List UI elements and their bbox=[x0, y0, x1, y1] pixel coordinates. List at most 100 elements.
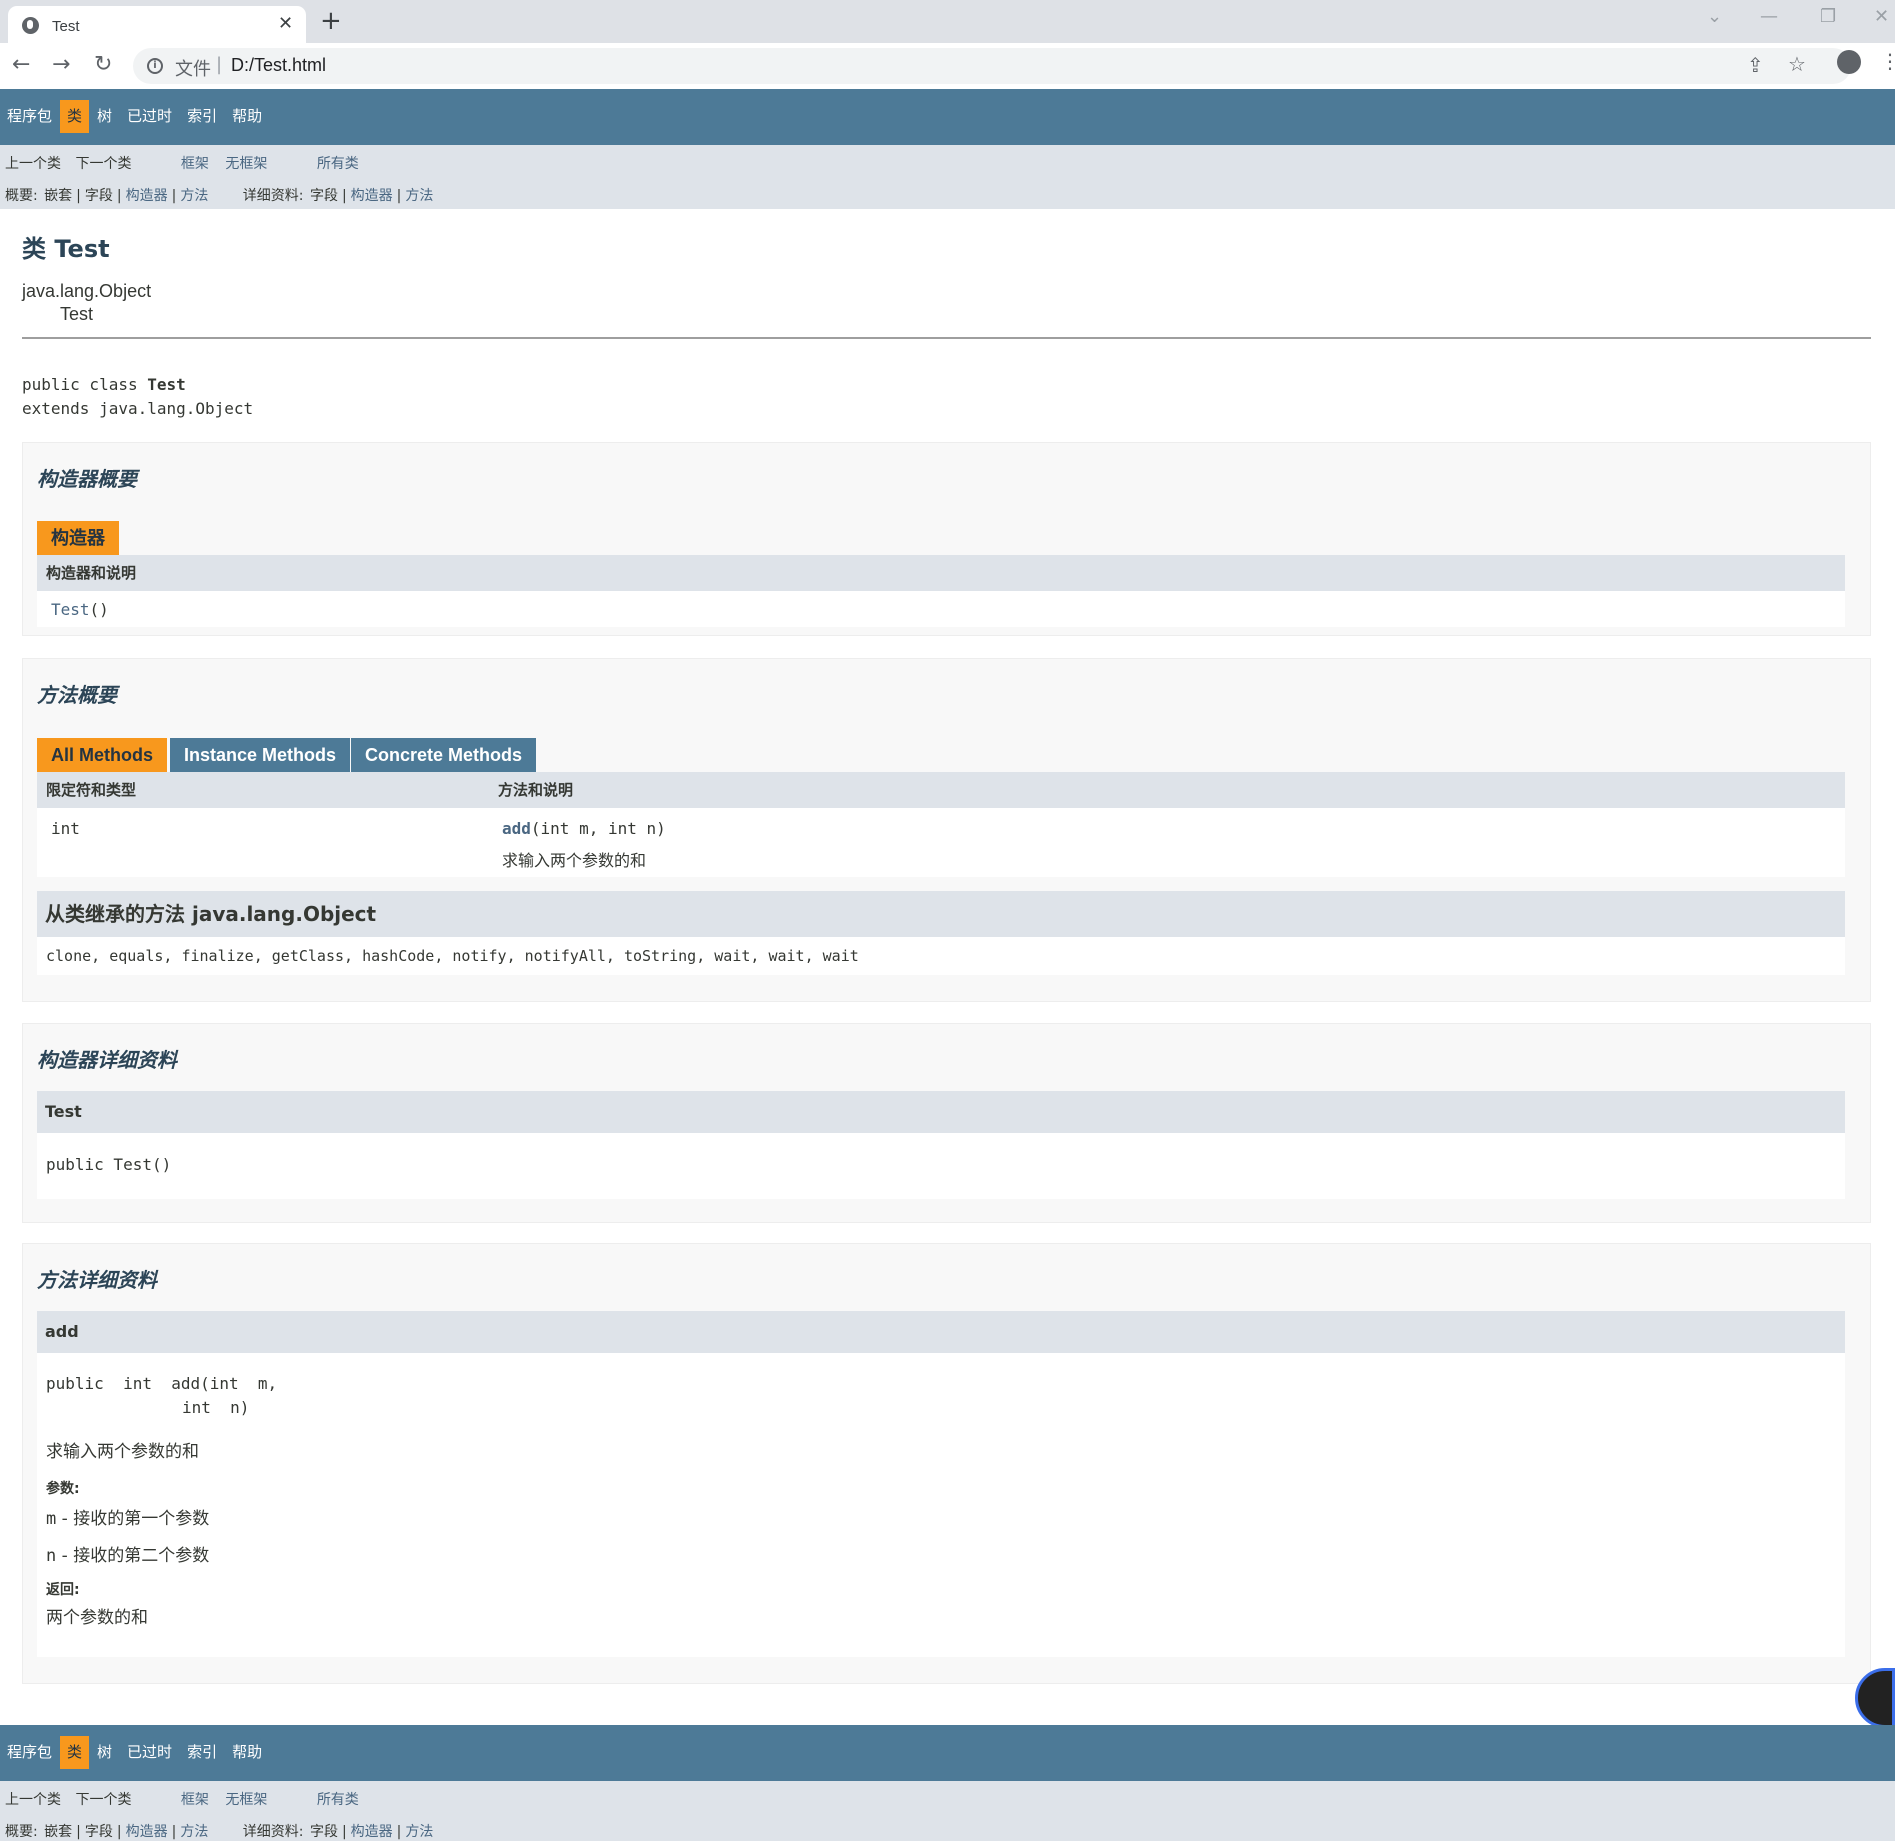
bottom-sub-navbar: 上一个类 下一个类 框架 无框架 所有类 概要: 嵌套 | 字段 | 构造器 | 方法 详细… bbox=[0, 1781, 1895, 1841]
nav-package[interactable]: 程序包 bbox=[0, 100, 59, 133]
javadoc-page: 程序包类树已过时 索引 帮助 上一个类 下一个类 框架 无框架 所有类 概要: 嵌套… bbox=[0, 89, 1895, 1841]
next-class: 下一个类 bbox=[75, 156, 132, 172]
tab-concrete-methods[interactable]: Concrete Methods bbox=[351, 738, 537, 772]
browser-tab[interactable]: Test ✕ bbox=[8, 6, 306, 43]
no-frames-link[interactable]: 无框架 bbox=[225, 156, 267, 172]
nav-tree[interactable]: 树 bbox=[90, 100, 119, 133]
address-bar[interactable]: i 文件 | D:/Test.html ⇪ ☆ bbox=[133, 48, 1851, 84]
all-classes-link[interactable]: 所有类 bbox=[317, 1792, 359, 1808]
tab-search-icon[interactable]: ⌄ bbox=[1707, 6, 1722, 27]
summary-field: 字段 bbox=[84, 188, 113, 204]
profile-avatar-icon[interactable] bbox=[1837, 50, 1861, 74]
browser-toolbar: ← → ↻ i 文件 | D:/Test.html ⇪ ☆ ⋮ bbox=[0, 43, 1895, 89]
class-extends: extends java.lang.Object bbox=[22, 399, 254, 418]
col-method: 方法和说明 bbox=[498, 781, 574, 799]
summary-constructor-link[interactable]: 构造器 bbox=[126, 1824, 168, 1840]
table-header: 构造器和说明 bbox=[37, 555, 1845, 591]
nav-deprecated[interactable]: 已过时 bbox=[120, 1736, 179, 1769]
inherited-methods-list: clone, equals, finalize, getClass, hashC… bbox=[37, 937, 1845, 975]
detail-member-name: add bbox=[37, 1311, 1845, 1353]
param-name: m bbox=[46, 1509, 57, 1529]
reload-icon[interactable]: ↻ bbox=[94, 51, 112, 79]
separator: | bbox=[341, 188, 347, 204]
protocol-label: 文件 bbox=[175, 59, 211, 80]
summary-label: 概要: bbox=[5, 188, 38, 204]
inheritance-parent: java.lang.Object bbox=[22, 281, 152, 301]
close-tab-icon[interactable]: ✕ bbox=[278, 13, 293, 34]
prev-class: 上一个类 bbox=[5, 156, 61, 172]
detail-constructor-link[interactable]: 构造器 bbox=[351, 1824, 393, 1840]
detail-method-link[interactable]: 方法 bbox=[405, 188, 433, 204]
summary-nested: 嵌套 bbox=[44, 1824, 73, 1840]
separator: | bbox=[116, 1824, 122, 1840]
method-link[interactable]: add bbox=[502, 819, 531, 838]
tab-instance-methods[interactable]: Instance Methods bbox=[170, 738, 351, 772]
nav-help[interactable]: 帮助 bbox=[225, 1736, 269, 1769]
minimize-icon[interactable]: — bbox=[1760, 6, 1778, 27]
detail-label: 详细资料: bbox=[242, 188, 304, 204]
separator: | bbox=[76, 188, 81, 204]
detail-method-link[interactable]: 方法 bbox=[405, 1824, 433, 1840]
method-detail: 方法详细资料 add public int add(int m, int n) … bbox=[22, 1243, 1871, 1684]
share-icon[interactable]: ⇪ bbox=[1747, 53, 1764, 77]
kebab-menu-icon[interactable]: ⋮ bbox=[1880, 51, 1895, 71]
frames-link[interactable]: 框架 bbox=[181, 1792, 209, 1808]
separator: | bbox=[116, 188, 122, 204]
method-summary: 方法概要 All Methods Instance Methods Concre… bbox=[22, 658, 1871, 1002]
section-heading: 方法概要 bbox=[37, 683, 117, 707]
back-icon[interactable]: ← bbox=[12, 51, 30, 79]
summary-method-link[interactable]: 方法 bbox=[180, 1824, 208, 1840]
detail-body: public Test() bbox=[37, 1133, 1845, 1199]
nav-deprecated[interactable]: 已过时 bbox=[120, 100, 179, 133]
detail-constructor-link[interactable]: 构造器 bbox=[351, 188, 393, 204]
constructor-detail: 构造器详细资料 Test public Test() bbox=[22, 1023, 1871, 1223]
detail-body: public int add(int m, int n) 求输入两个参数的和 参… bbox=[37, 1353, 1845, 1657]
param-desc: - 接收的第二个参数 bbox=[56, 1546, 210, 1566]
separator: | bbox=[341, 1824, 347, 1840]
nav-class: 类 bbox=[60, 100, 90, 133]
inheritance-child: Test bbox=[60, 304, 94, 324]
tab-title: Test bbox=[52, 18, 80, 35]
nav-tree[interactable]: 树 bbox=[90, 1736, 119, 1769]
no-frames-link[interactable]: 无框架 bbox=[225, 1792, 267, 1808]
tab-constructors[interactable]: 构造器 bbox=[37, 521, 119, 555]
globe-icon bbox=[22, 17, 39, 34]
next-class: 下一个类 bbox=[75, 1792, 132, 1808]
new-tab-button[interactable]: + bbox=[320, 6, 342, 36]
nav-package[interactable]: 程序包 bbox=[0, 1736, 59, 1769]
all-classes-link[interactable]: 所有类 bbox=[317, 156, 359, 172]
method-signature-line1: public int add(int m, bbox=[46, 1374, 278, 1393]
summary-nested: 嵌套 bbox=[44, 188, 73, 204]
nav-index[interactable]: 索引 bbox=[180, 100, 224, 133]
constructor-signature: public Test() bbox=[46, 1155, 172, 1174]
info-icon[interactable]: i bbox=[147, 58, 163, 74]
class-declaration: public class Test bbox=[22, 375, 186, 394]
url-text[interactable]: D:/Test.html bbox=[231, 55, 326, 76]
col-modifier: 限定符和类型 bbox=[46, 781, 137, 799]
decl-modifiers: public class bbox=[22, 375, 138, 394]
returns-description: 两个参数的和 bbox=[46, 1608, 148, 1628]
row-description: 求输入两个参数的和 bbox=[502, 851, 647, 870]
separator: | bbox=[171, 1824, 177, 1840]
constructor-params: () bbox=[89, 600, 109, 619]
summary-field: 字段 bbox=[84, 1824, 113, 1840]
frames-link[interactable]: 框架 bbox=[181, 156, 209, 172]
page-title: 类 Test bbox=[22, 235, 110, 263]
method-description: 求输入两个参数的和 bbox=[46, 1442, 199, 1462]
bookmark-star-icon[interactable]: ☆ bbox=[1788, 52, 1806, 76]
param-desc: - 接收的第一个参数 bbox=[56, 1509, 210, 1529]
detail-field: 字段 bbox=[309, 188, 338, 204]
param-m: m - 接收的第一个参数 bbox=[46, 1504, 209, 1529]
row-method: add(int m, int n) bbox=[502, 819, 666, 838]
nav-help[interactable]: 帮助 bbox=[225, 100, 269, 133]
constructor-link[interactable]: Test bbox=[51, 600, 90, 619]
tab-all-methods[interactable]: All Methods bbox=[37, 738, 167, 772]
nav-index[interactable]: 索引 bbox=[180, 1736, 224, 1769]
forward-icon[interactable]: → bbox=[52, 51, 70, 79]
summary-method-link[interactable]: 方法 bbox=[180, 188, 208, 204]
summary-constructor-link[interactable]: 构造器 bbox=[126, 188, 168, 204]
close-window-icon[interactable]: ✕ bbox=[1874, 6, 1889, 27]
restore-icon[interactable]: ❐ bbox=[1820, 6, 1836, 27]
separator: | bbox=[396, 188, 402, 204]
section-heading: 构造器概要 bbox=[37, 467, 137, 491]
